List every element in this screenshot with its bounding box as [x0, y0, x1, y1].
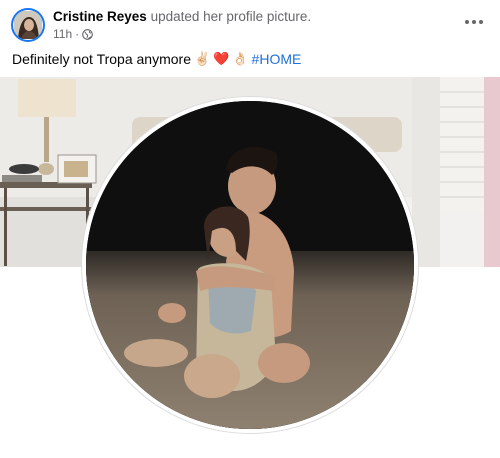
more-horizontal-icon — [465, 20, 469, 24]
hashtag-link[interactable]: #HOME — [252, 51, 302, 67]
caption-text: Definitely not Tropa anymore — [12, 51, 191, 67]
author-avatar[interactable] — [11, 8, 45, 42]
profile-picture-image — [86, 101, 414, 429]
profile-picture[interactable] — [82, 97, 418, 433]
post-timestamp[interactable]: 11h — [53, 27, 72, 41]
red-heart-emoji: ❤️ — [213, 51, 230, 66]
post-meta: 11h · — [53, 27, 93, 41]
victory-hand-emoji: ✌🏻 — [193, 51, 211, 66]
more-options-button[interactable] — [460, 10, 488, 34]
post-header: Cristine Reyes updated her profile pictu… — [0, 0, 500, 46]
avatar-photo — [14, 11, 42, 39]
globe-icon[interactable] — [82, 28, 93, 40]
author-line: Cristine Reyes updated her profile pictu… — [53, 9, 311, 24]
author-name[interactable]: Cristine Reyes — [53, 9, 147, 24]
post-action-text: updated her profile picture. — [150, 9, 312, 24]
meta-separator: · — [75, 27, 80, 41]
post-caption: Definitely not Tropa anymore ✌🏻 ❤️ 👌🏻 #H… — [12, 51, 301, 67]
ok-hand-emoji: 👌🏻 — [232, 51, 249, 66]
